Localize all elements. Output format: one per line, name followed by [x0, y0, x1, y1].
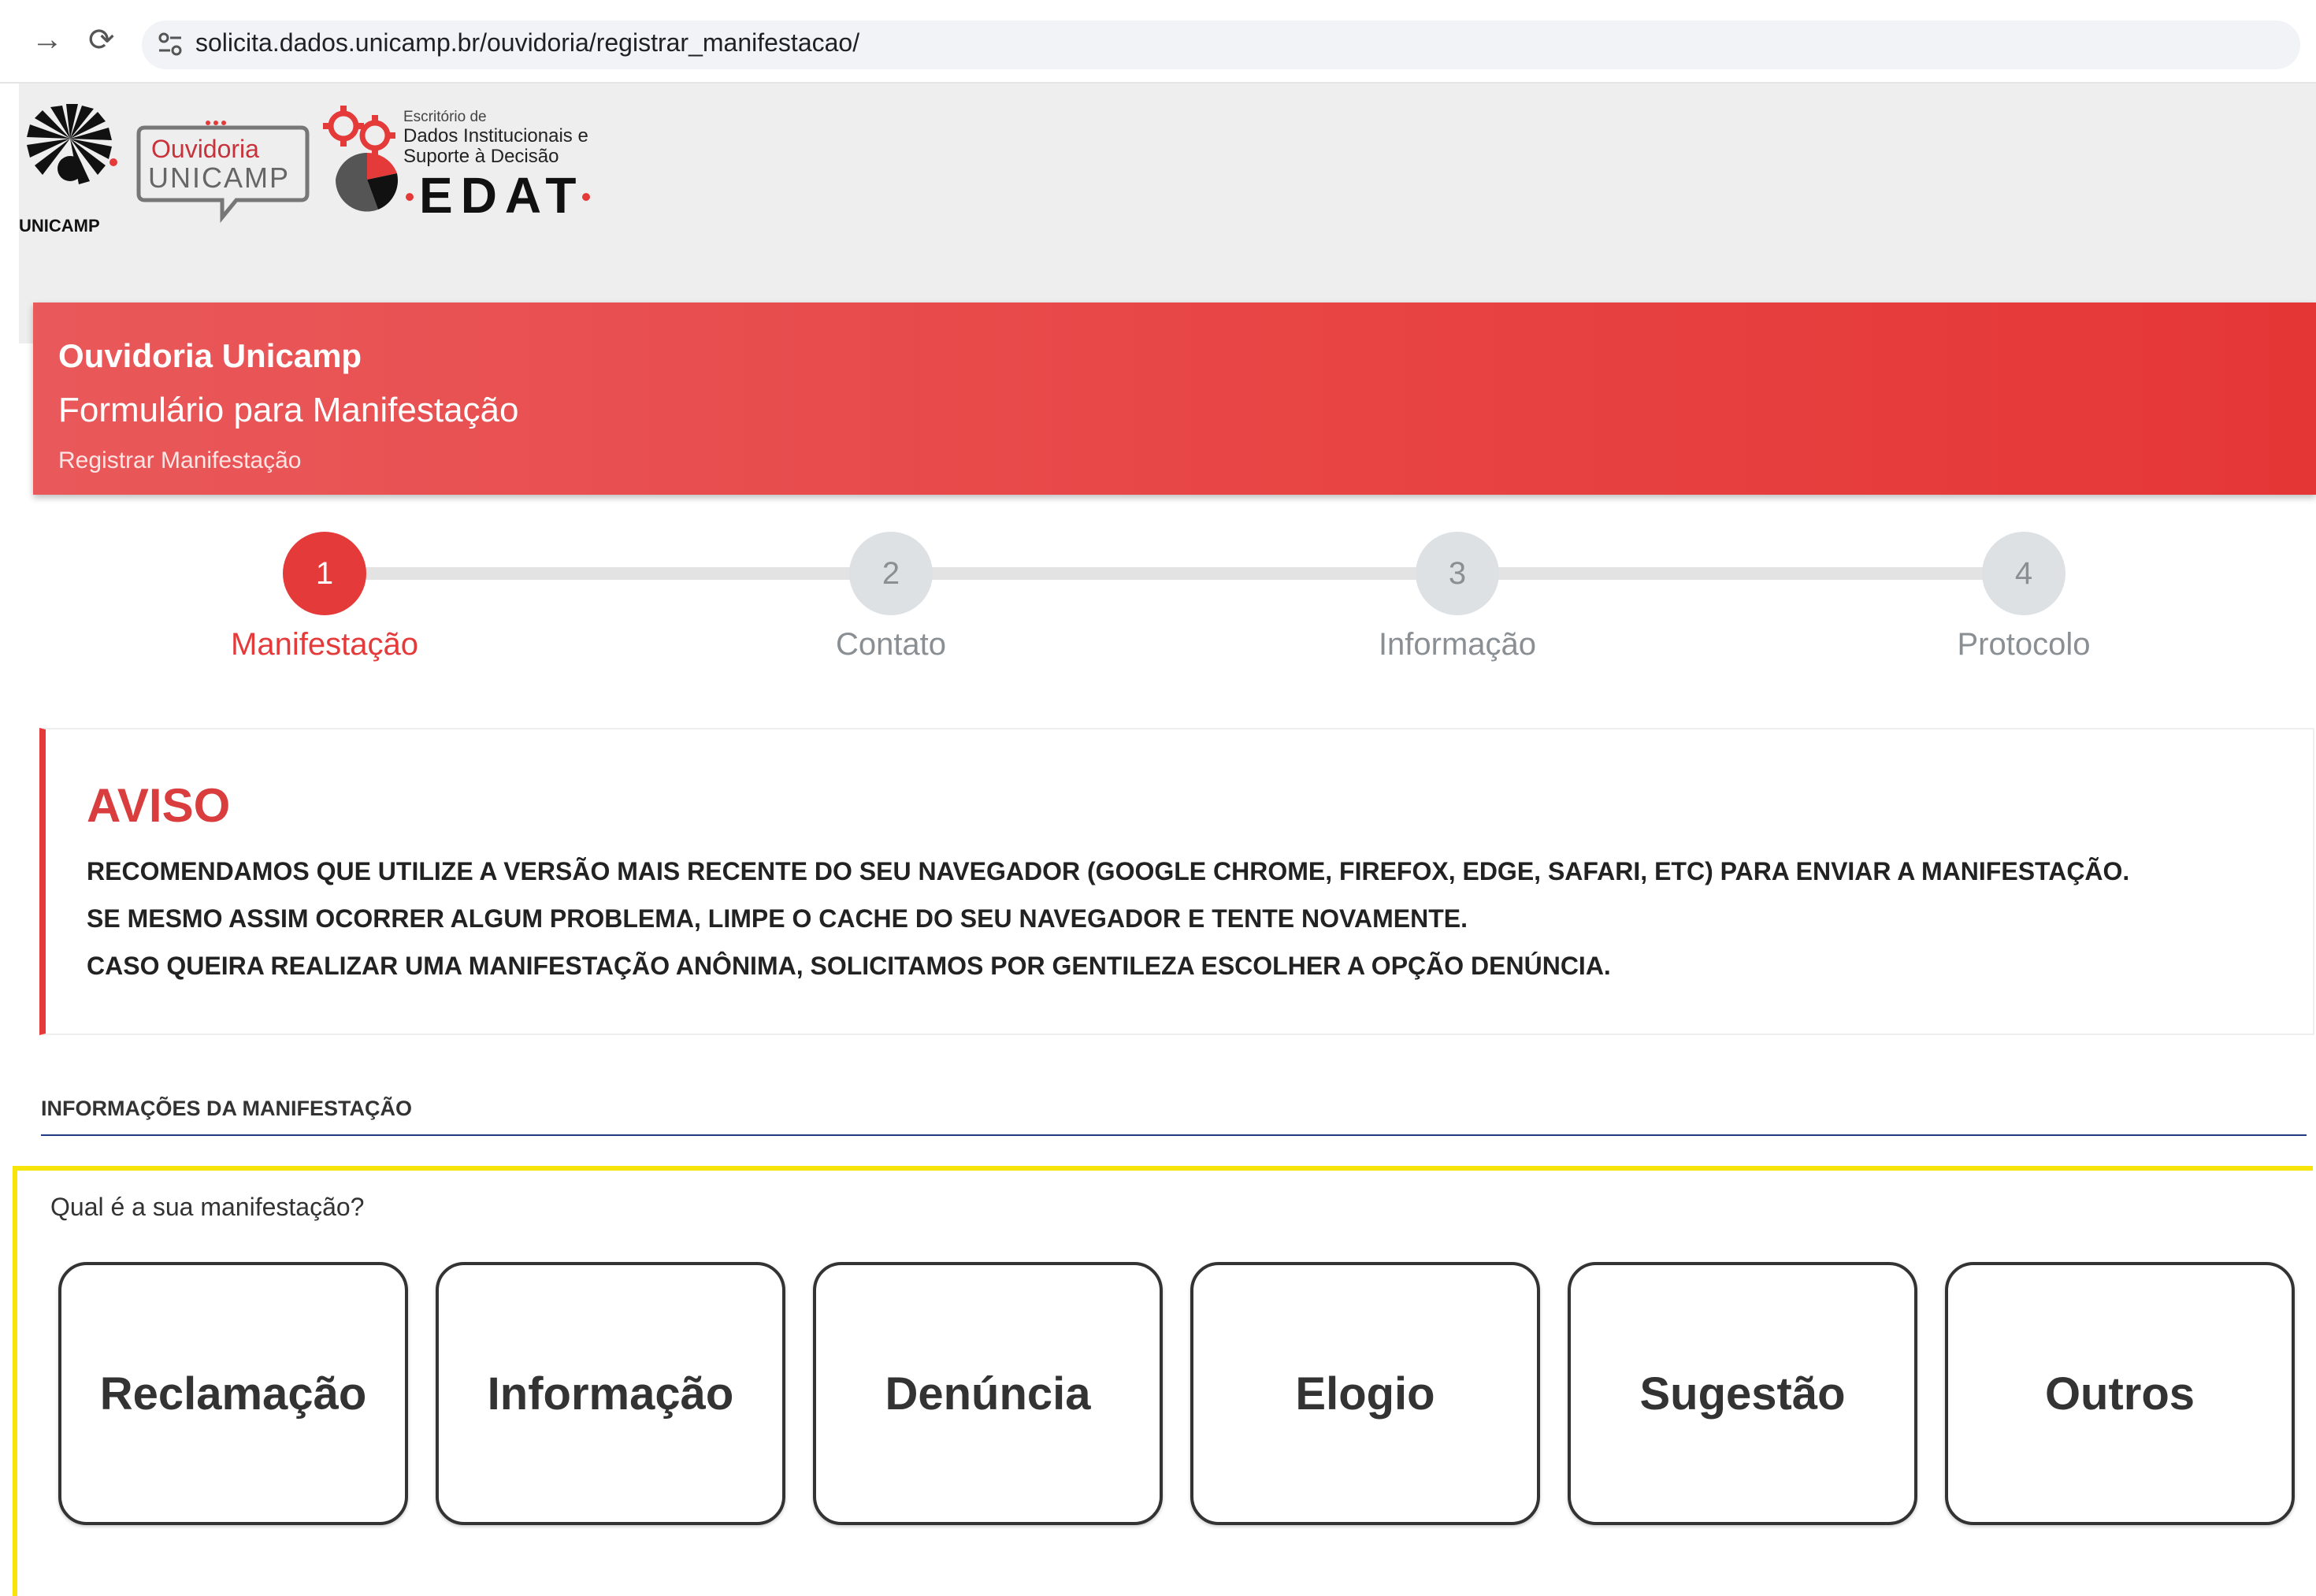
warning-line-3: CASO QUEIRA REALIZAR UMA MANIFESTAÇÃO AN… [87, 952, 1611, 980]
address-bar[interactable]: solicita.dados.unicamp.br/ouvidoria/regi… [142, 20, 2300, 69]
question-label: Qual é a sua manifestação? [50, 1193, 365, 1221]
edat-small-1: Escritório de [403, 109, 487, 125]
banner-title: Ouvidoria Unicamp [58, 337, 362, 374]
unicamp-logo-text: UNICAMP [19, 216, 100, 236]
step-connector [1497, 567, 1985, 580]
step-4-label[interactable]: Protocolo [1866, 627, 2181, 663]
section-divider [41, 1134, 2307, 1136]
warning-line-2: SE MESMO ASSIM OCORRER ALGUM PROBLEMA, L… [87, 904, 1468, 933]
step-4-circle[interactable]: 4 [1982, 532, 2065, 615]
warning-notice: AVISO RECOMENDAMOS QUE UTILIZE A VERSÃO … [39, 728, 2314, 1035]
option-informacao[interactable]: Informação [436, 1262, 785, 1525]
step-connector [930, 567, 1418, 580]
edat-big: EDAT [419, 167, 584, 224]
option-denuncia[interactable]: Denúncia [813, 1262, 1163, 1525]
unicamp-logo[interactable]: UNICAMP [19, 99, 121, 241]
manifestation-type-field: Qual é a sua manifestação? Reclamação In… [13, 1166, 2313, 1596]
edat-small-3: Suporte à Decisão [403, 146, 559, 167]
section-title: INFORMAÇÕES DA MANIFESTAÇÃO [41, 1097, 412, 1120]
step-connector [366, 567, 854, 580]
ouvidoria-logo-line2: UNICAMP [148, 161, 290, 194]
option-reclamacao[interactable]: Reclamação [58, 1262, 408, 1525]
page-banner: Ouvidoria Unicamp Formulário para Manife… [33, 302, 2316, 495]
step-3-label[interactable]: Informação [1300, 627, 1615, 663]
reload-icon[interactable]: ⟳ [88, 22, 115, 58]
step-1-label[interactable]: Manifestação [167, 627, 482, 663]
breadcrumb[interactable]: Registrar Manifestação [58, 447, 301, 474]
url-text[interactable]: solicita.dados.unicamp.br/ouvidoria/regi… [195, 28, 859, 58]
step-2-label[interactable]: Contato [733, 627, 1049, 663]
ouvidoria-logo[interactable]: Ouvidoria UNICAMP [134, 118, 311, 228]
site-settings-icon[interactable] [156, 28, 184, 60]
banner-subtitle: Formulário para Manifestação [58, 391, 519, 429]
ouvidoria-logo-line1: Ouvidoria [151, 135, 259, 163]
step-1-circle[interactable]: 1 [283, 532, 366, 615]
step-3-circle[interactable]: 3 [1416, 532, 1499, 615]
back-arrow-icon[interactable]: → [32, 22, 63, 58]
option-sugestao[interactable]: Sugestão [1568, 1262, 1917, 1525]
browser-toolbar: → ⟳ solicita.dados.unicamp.br/ouvidoria/… [0, 0, 2316, 84]
warning-title: AVISO [87, 779, 231, 832]
form-stepper: 1 Manifestação 2 Contato 3 Informação 4 … [0, 520, 2316, 677]
option-outros[interactable]: Outros [1945, 1262, 2295, 1525]
step-2-circle[interactable]: 2 [849, 532, 933, 615]
warning-line-1: RECOMENDAMOS QUE UTILIZE A VERSÃO MAIS R… [87, 857, 2130, 885]
edat-small-2: Dados Institucionais e [403, 125, 588, 147]
option-elogio[interactable]: Elogio [1190, 1262, 1540, 1525]
edat-logo[interactable]: Escritório de Dados Institucionais e Sup… [323, 101, 607, 239]
